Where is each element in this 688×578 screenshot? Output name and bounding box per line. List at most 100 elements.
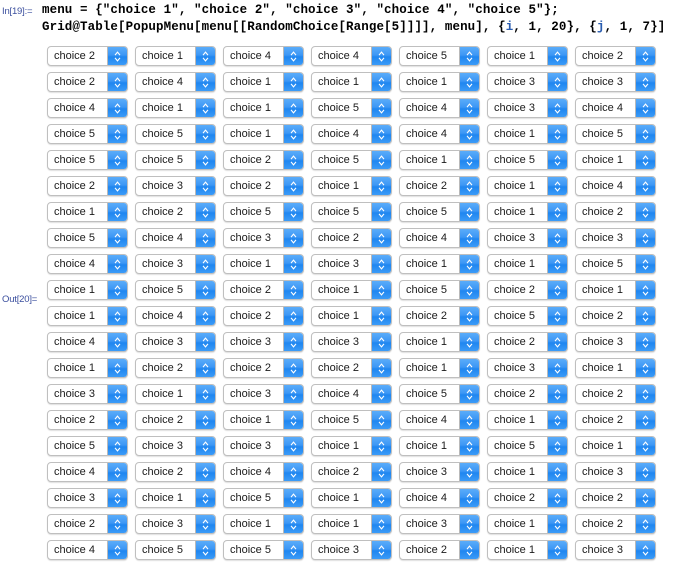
up-down-chevron-icon[interactable]: [283, 333, 303, 351]
code-line-2[interactable]: Grid@Table[PopupMenu[menu[[RandomChoice[…: [42, 20, 665, 34]
popup-menu[interactable]: choice 1: [399, 72, 480, 92]
popup-menu[interactable]: choice 4: [399, 410, 480, 430]
up-down-chevron-icon[interactable]: [547, 359, 567, 377]
popup-menu[interactable]: choice 1: [135, 46, 216, 66]
popup-menu[interactable]: choice 4: [47, 540, 128, 560]
up-down-chevron-icon[interactable]: [635, 437, 655, 455]
up-down-chevron-icon[interactable]: [371, 255, 391, 273]
up-down-chevron-icon[interactable]: [371, 333, 391, 351]
popup-menu[interactable]: choice 1: [135, 98, 216, 118]
up-down-chevron-icon[interactable]: [107, 489, 127, 507]
up-down-chevron-icon[interactable]: [195, 177, 215, 195]
up-down-chevron-icon[interactable]: [635, 385, 655, 403]
up-down-chevron-icon[interactable]: [283, 151, 303, 169]
up-down-chevron-icon[interactable]: [635, 541, 655, 559]
up-down-chevron-icon[interactable]: [283, 99, 303, 117]
up-down-chevron-icon[interactable]: [107, 515, 127, 533]
up-down-chevron-icon[interactable]: [459, 411, 479, 429]
popup-menu[interactable]: choice 5: [135, 540, 216, 560]
popup-menu[interactable]: choice 4: [47, 98, 128, 118]
up-down-chevron-icon[interactable]: [459, 229, 479, 247]
popup-menu[interactable]: choice 2: [223, 306, 304, 326]
up-down-chevron-icon[interactable]: [371, 437, 391, 455]
up-down-chevron-icon[interactable]: [635, 307, 655, 325]
up-down-chevron-icon[interactable]: [635, 125, 655, 143]
popup-menu[interactable]: choice 4: [135, 228, 216, 248]
up-down-chevron-icon[interactable]: [107, 151, 127, 169]
up-down-chevron-icon[interactable]: [371, 229, 391, 247]
popup-menu[interactable]: choice 3: [135, 254, 216, 274]
up-down-chevron-icon[interactable]: [371, 541, 391, 559]
up-down-chevron-icon[interactable]: [459, 385, 479, 403]
popup-menu[interactable]: choice 2: [575, 514, 656, 534]
up-down-chevron-icon[interactable]: [547, 73, 567, 91]
up-down-chevron-icon[interactable]: [371, 177, 391, 195]
up-down-chevron-icon[interactable]: [283, 177, 303, 195]
up-down-chevron-icon[interactable]: [547, 281, 567, 299]
popup-menu[interactable]: choice 5: [311, 202, 392, 222]
up-down-chevron-icon[interactable]: [195, 73, 215, 91]
popup-menu[interactable]: choice 5: [487, 150, 568, 170]
up-down-chevron-icon[interactable]: [547, 229, 567, 247]
popup-menu[interactable]: choice 2: [575, 46, 656, 66]
popup-menu[interactable]: choice 1: [487, 124, 568, 144]
up-down-chevron-icon[interactable]: [195, 229, 215, 247]
up-down-chevron-icon[interactable]: [459, 47, 479, 65]
popup-menu[interactable]: choice 2: [311, 228, 392, 248]
popup-menu[interactable]: choice 2: [575, 306, 656, 326]
popup-menu[interactable]: choice 5: [223, 202, 304, 222]
popup-menu[interactable]: choice 1: [47, 306, 128, 326]
popup-menu[interactable]: choice 4: [223, 462, 304, 482]
up-down-chevron-icon[interactable]: [635, 281, 655, 299]
popup-menu[interactable]: choice 4: [135, 306, 216, 326]
popup-menu[interactable]: choice 3: [223, 228, 304, 248]
up-down-chevron-icon[interactable]: [459, 359, 479, 377]
up-down-chevron-icon[interactable]: [283, 73, 303, 91]
up-down-chevron-icon[interactable]: [547, 333, 567, 351]
popup-menu[interactable]: choice 1: [487, 176, 568, 196]
up-down-chevron-icon[interactable]: [283, 281, 303, 299]
popup-menu[interactable]: choice 5: [311, 150, 392, 170]
popup-menu[interactable]: choice 3: [575, 228, 656, 248]
up-down-chevron-icon[interactable]: [107, 281, 127, 299]
up-down-chevron-icon[interactable]: [459, 541, 479, 559]
popup-menu[interactable]: choice 5: [223, 488, 304, 508]
popup-menu[interactable]: choice 4: [399, 124, 480, 144]
popup-menu[interactable]: choice 2: [399, 540, 480, 560]
popup-menu[interactable]: choice 2: [399, 176, 480, 196]
up-down-chevron-icon[interactable]: [371, 47, 391, 65]
up-down-chevron-icon[interactable]: [371, 99, 391, 117]
popup-menu[interactable]: choice 3: [311, 540, 392, 560]
popup-menu[interactable]: choice 4: [47, 462, 128, 482]
popup-menu[interactable]: choice 2: [311, 462, 392, 482]
popup-menu[interactable]: choice 5: [135, 280, 216, 300]
up-down-chevron-icon[interactable]: [547, 541, 567, 559]
popup-menu[interactable]: choice 1: [487, 462, 568, 482]
up-down-chevron-icon[interactable]: [195, 255, 215, 273]
popup-menu[interactable]: choice 2: [399, 306, 480, 326]
up-down-chevron-icon[interactable]: [107, 333, 127, 351]
up-down-chevron-icon[interactable]: [371, 151, 391, 169]
popup-menu[interactable]: choice 2: [135, 358, 216, 378]
popup-menu[interactable]: choice 5: [399, 384, 480, 404]
up-down-chevron-icon[interactable]: [283, 489, 303, 507]
popup-menu[interactable]: choice 1: [487, 46, 568, 66]
up-down-chevron-icon[interactable]: [459, 463, 479, 481]
up-down-chevron-icon[interactable]: [195, 411, 215, 429]
up-down-chevron-icon[interactable]: [635, 73, 655, 91]
popup-menu[interactable]: choice 2: [575, 202, 656, 222]
popup-menu[interactable]: choice 4: [399, 228, 480, 248]
up-down-chevron-icon[interactable]: [195, 463, 215, 481]
up-down-chevron-icon[interactable]: [547, 515, 567, 533]
up-down-chevron-icon[interactable]: [635, 359, 655, 377]
up-down-chevron-icon[interactable]: [371, 307, 391, 325]
up-down-chevron-icon[interactable]: [547, 437, 567, 455]
popup-menu[interactable]: choice 2: [487, 384, 568, 404]
popup-menu[interactable]: choice 1: [575, 436, 656, 456]
up-down-chevron-icon[interactable]: [195, 385, 215, 403]
up-down-chevron-icon[interactable]: [107, 229, 127, 247]
popup-menu[interactable]: choice 5: [135, 150, 216, 170]
up-down-chevron-icon[interactable]: [107, 411, 127, 429]
popup-menu[interactable]: choice 5: [399, 280, 480, 300]
popup-menu[interactable]: choice 1: [487, 410, 568, 430]
